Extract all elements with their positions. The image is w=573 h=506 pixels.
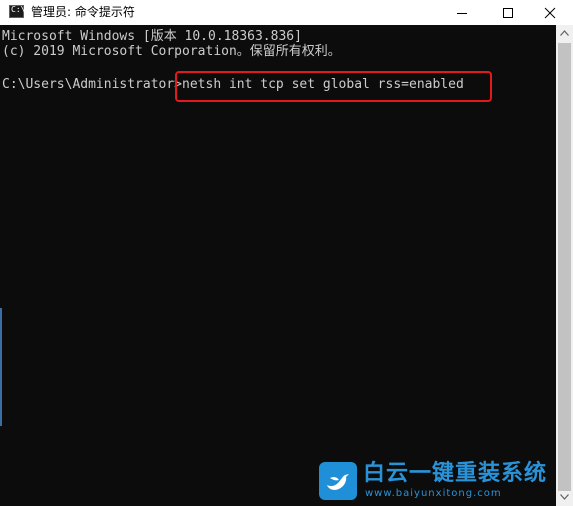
scroll-thumb[interactable]	[558, 43, 571, 491]
vertical-scrollbar[interactable]	[556, 25, 573, 506]
watermark: 白云一键重装系统 www.baiyunxitong.com	[319, 461, 564, 502]
title-bar[interactable]: C:\ 管理员: 命令提示符	[0, 0, 573, 25]
watermark-title: 白云一键重装系统	[363, 461, 548, 486]
left-edge-strip	[0, 308, 2, 426]
close-icon	[544, 7, 556, 19]
prompt-path: C:\Users\Administrator>	[2, 77, 183, 92]
maximize-button[interactable]	[485, 0, 531, 25]
bird-logo-icon	[319, 462, 357, 500]
watermark-url: www.baiyunxitong.com	[365, 488, 502, 499]
copyright-line: (c) 2019 Microsoft Corporation。保留所有权利。	[2, 44, 341, 59]
chevron-up-icon	[560, 30, 569, 36]
close-button[interactable]	[527, 0, 573, 25]
version-line: Microsoft Windows [版本 10.0.18363.836]	[2, 29, 302, 44]
cmd-icon[interactable]: C:\	[9, 5, 25, 18]
command-prompt-window: C:\ 管理员: 命令提示符 Microsoft Windows [版本 10.…	[0, 0, 573, 506]
scroll-up-button[interactable]	[556, 25, 573, 42]
maximize-icon	[503, 8, 513, 18]
window-title: 管理员: 命令提示符	[31, 5, 135, 19]
minimize-icon	[457, 13, 467, 14]
command-highlight-box	[175, 71, 492, 102]
minimize-button[interactable]	[439, 0, 485, 25]
